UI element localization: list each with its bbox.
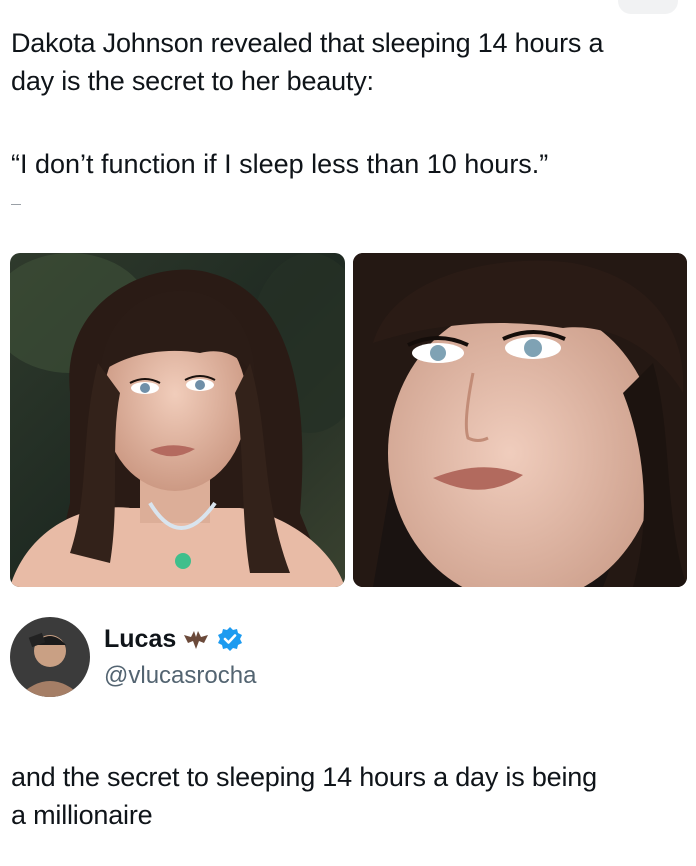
avatar-image [10, 617, 90, 697]
post-text-line-1: Dakota Johnson revealed that sleeping 14… [11, 28, 604, 58]
display-name[interactable]: Lucas [104, 623, 176, 655]
corner-button[interactable] [618, 0, 678, 14]
reply-text: and the secret to sleeping 14 hours a da… [11, 758, 687, 834]
reply-name-row: Lucas [104, 623, 244, 655]
divider-dash [11, 204, 21, 205]
post-text: Dakota Johnson revealed that sleeping 14… [11, 24, 687, 100]
post-quote: “I don’t function if I sleep less than 1… [11, 149, 549, 179]
reply-text-line-2: a millionaire [11, 800, 153, 830]
verified-badge-icon [216, 625, 244, 653]
portrait-image-left [10, 253, 345, 587]
post-text-line-2: day is the secret to her beauty: [11, 66, 374, 96]
handle[interactable]: @vlucasrocha [104, 660, 256, 692]
bat-emoji-icon [182, 625, 210, 653]
portrait-image-right [353, 253, 687, 587]
photo-right[interactable] [353, 253, 687, 587]
avatar[interactable] [10, 617, 90, 697]
reply-text-line-1: and the secret to sleeping 14 hours a da… [11, 762, 597, 792]
photo-left[interactable] [10, 253, 345, 587]
